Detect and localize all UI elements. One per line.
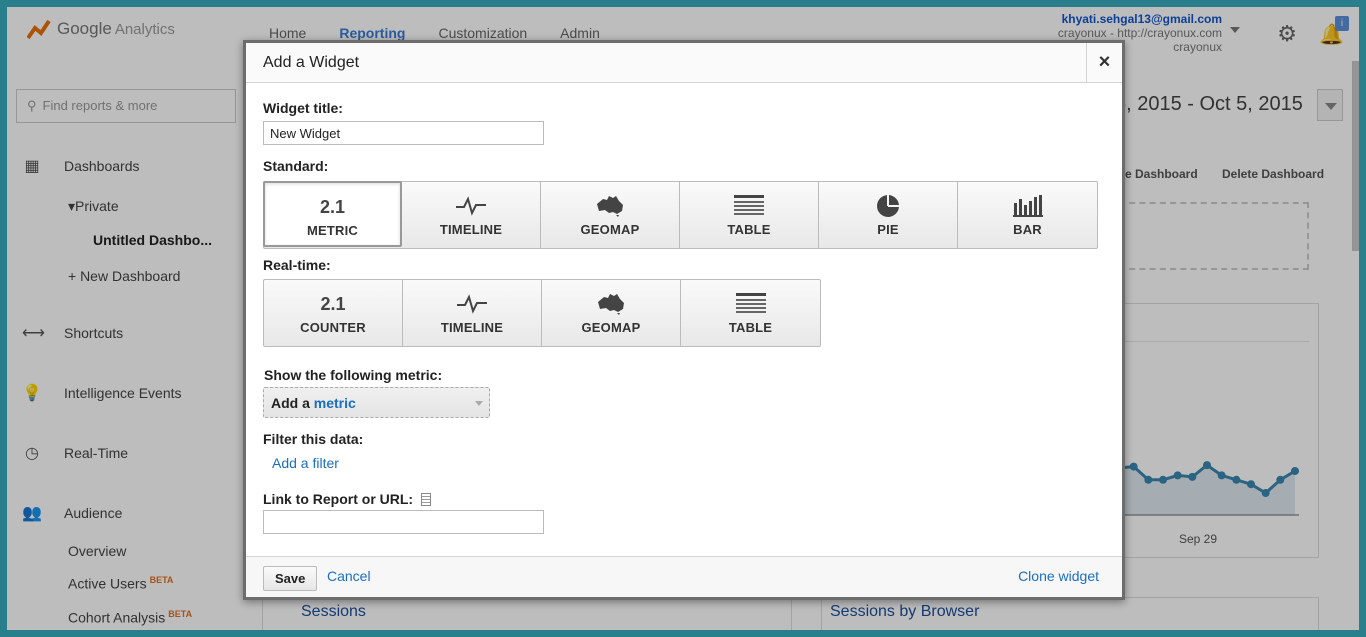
tile-realtime-geomap[interactable]: GEOMAP — [542, 280, 681, 346]
tile-standard-table[interactable]: TABLE — [680, 182, 819, 248]
add-widget-dialog: Add a Widget × Widget title: Standard: 2… — [243, 40, 1125, 600]
tile-standard-geomap[interactable]: GEOMAP — [541, 182, 680, 248]
close-icon[interactable]: × — [1086, 43, 1122, 83]
link-url-label: Link to Report or URL: — [263, 491, 432, 507]
filter-label: Filter this data: — [263, 431, 364, 447]
standard-widget-types: 2.1 METRIC TIMELINE GEOMAP TABLE PIE BAR — [263, 181, 1098, 249]
add-metric-dropdown[interactable]: Add a metric — [263, 387, 490, 418]
dialog-footer: Save Cancel Clone widget — [246, 556, 1122, 597]
realtime-label: Real-time: — [263, 257, 331, 273]
australia-map-icon — [595, 194, 625, 218]
widget-title-label: Widget title: — [263, 100, 343, 116]
browser-frame: Google Analytics Home Reporting Customiza… — [7, 7, 1359, 630]
cancel-button[interactable]: Cancel — [327, 568, 371, 584]
widget-title-input[interactable] — [263, 121, 544, 145]
tile-standard-timeline[interactable]: TIMELINE — [402, 182, 541, 248]
bar-chart-icon — [1012, 194, 1043, 218]
save-button[interactable]: Save — [263, 566, 318, 591]
timeline-icon — [456, 292, 488, 316]
timeline-icon — [455, 194, 487, 218]
tile-realtime-table[interactable]: TABLE — [681, 280, 820, 346]
dialog-title: Add a Widget — [263, 54, 360, 71]
counter-icon: 2.1 — [320, 293, 346, 314]
pie-chart-icon — [876, 194, 900, 218]
clone-widget-link[interactable]: Clone widget — [1018, 568, 1099, 584]
realtime-widget-types: 2.1 COUNTER TIMELINE GEOMAP TABLE — [263, 279, 821, 347]
table-icon — [734, 194, 764, 218]
add-filter-link[interactable]: Add a filter — [272, 455, 339, 471]
report-list-icon[interactable] — [421, 493, 432, 506]
chevron-down-icon — [475, 401, 483, 406]
dialog-header: Add a Widget × — [246, 43, 1122, 83]
tile-standard-bar[interactable]: BAR — [958, 182, 1097, 248]
metric-link[interactable]: metric — [314, 395, 356, 411]
tile-realtime-timeline[interactable]: TIMELINE — [403, 280, 542, 346]
link-url-input[interactable] — [263, 510, 544, 534]
tile-standard-metric[interactable]: 2.1 METRIC — [263, 181, 402, 247]
table-icon — [735, 292, 766, 316]
australia-map-icon — [596, 292, 626, 316]
tile-realtime-counter[interactable]: 2.1 COUNTER — [264, 280, 403, 346]
standard-label: Standard: — [263, 158, 329, 174]
metric-icon: 2.1 — [319, 196, 346, 217]
tile-standard-pie[interactable]: PIE — [819, 182, 958, 248]
show-metric-label: Show the following metric: — [264, 367, 443, 383]
